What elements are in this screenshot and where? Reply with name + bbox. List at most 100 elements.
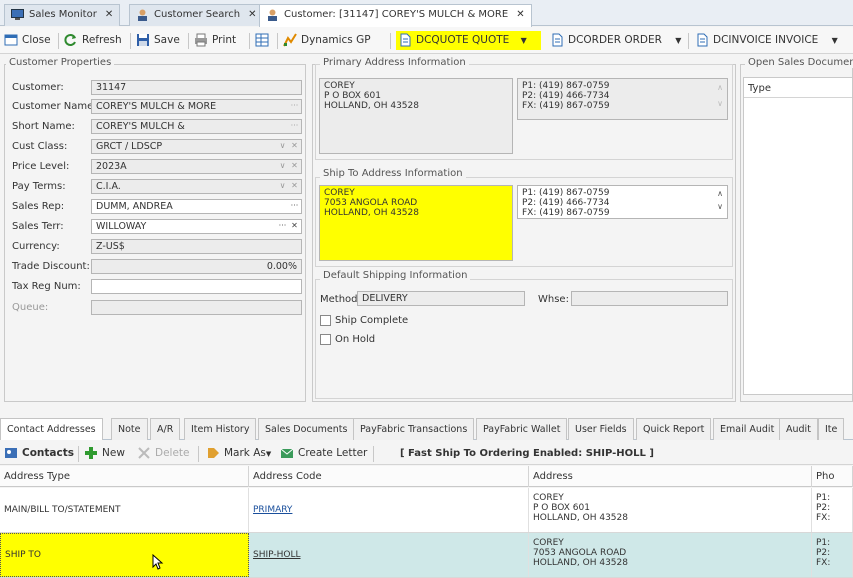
tab-payfabric-wallet[interactable]: PayFabric Wallet	[476, 418, 568, 440]
tab-item-history[interactable]: Item History	[184, 418, 257, 440]
chevron-down-icon[interactable]: ∨	[277, 180, 288, 193]
chevron-down-icon[interactable]: ∨	[277, 160, 288, 173]
tab-item[interactable]: Ite	[818, 418, 845, 440]
create-letter-button[interactable]: Create Letter	[278, 444, 371, 463]
person-icon	[268, 9, 277, 21]
customer-id-field[interactable]: 31147	[91, 80, 302, 95]
scroll-down-icon[interactable]: ∨	[717, 202, 723, 212]
print-button[interactable]: Print	[192, 31, 240, 50]
close-icon[interactable]: ✕	[516, 9, 524, 20]
tab-quick-report[interactable]: Quick Report	[636, 418, 712, 440]
address-cell: COREY P O BOX 601 HOLLAND, OH 43528	[529, 488, 812, 532]
field-label: Short Name:	[12, 121, 75, 132]
address-code-link[interactable]: PRIMARY	[253, 505, 292, 515]
sales-terr-field[interactable]: WILLOWAY ··· ✕	[91, 219, 302, 234]
currency-field[interactable]: Z-US$	[91, 239, 302, 254]
toolbar-separator	[249, 33, 250, 49]
contacts-icon	[5, 448, 17, 458]
save-button[interactable]: Save	[134, 31, 184, 50]
monitor-icon	[11, 9, 24, 20]
field-label: Currency:	[12, 241, 60, 252]
ellipsis-icon[interactable]: ···	[289, 120, 300, 133]
short-name-field[interactable]: COREY'S MULCH & ···	[91, 119, 302, 134]
tab-note[interactable]: Note	[111, 418, 148, 440]
main-toolbar: Close Refresh Save Print Dynamics GP DCQ…	[0, 27, 853, 54]
tab-payfabric-transactions[interactable]: PayFabric Transactions	[353, 418, 475, 440]
chevron-down-icon[interactable]: ▼	[675, 36, 681, 45]
layout-button[interactable]	[253, 31, 273, 50]
toolbar-separator	[390, 33, 391, 49]
order-button[interactable]: DCORDER ORDER ▼	[548, 31, 685, 50]
clear-icon[interactable]: ✕	[289, 140, 300, 153]
column-header-address[interactable]: Address	[529, 466, 812, 487]
queue-field[interactable]	[91, 300, 302, 315]
toolbar-separator	[688, 33, 689, 49]
toolbar-separator	[198, 446, 199, 462]
trade-discount-field[interactable]: 0.00%	[91, 259, 302, 274]
address-code-cell[interactable]: SHIP-HOLL	[249, 533, 529, 577]
close-button[interactable]: Close	[2, 31, 55, 50]
on-hold-checkbox[interactable]	[320, 334, 331, 345]
ship-to-address-box[interactable]: COREY 7053 ANGOLA ROAD HOLLAND, OH 43528	[319, 185, 513, 261]
scroll-down-icon[interactable]: ∨	[717, 99, 723, 109]
address-type-cell: SHIP TO	[0, 533, 249, 577]
close-icon[interactable]: ✕	[248, 9, 256, 20]
column-header-type[interactable]: Type	[744, 78, 852, 98]
price-level-field[interactable]: 2023A ∨ ✕	[91, 159, 302, 174]
chevron-down-icon[interactable]: ▼	[832, 36, 838, 45]
warehouse-field[interactable]	[571, 291, 728, 306]
column-header-address-type[interactable]: Address Type	[0, 466, 249, 487]
clear-icon[interactable]: ✕	[289, 180, 300, 193]
primary-phone-box[interactable]: P1: (419) 867-0759 P2: (419) 466-7734 FX…	[517, 78, 728, 120]
table-row-selected[interactable]: SHIP TO SHIP-HOLL COREY 7053 ANGOLA ROAD…	[0, 533, 853, 578]
tax-reg-num-field[interactable]	[91, 279, 302, 294]
tab-sales-monitor[interactable]: Sales Monitor ✕	[4, 4, 121, 26]
contacts-button[interactable]: Contacts	[2, 444, 78, 463]
tab-user-fields[interactable]: User Fields	[568, 418, 634, 440]
address-type-cell: MAIN/BILL TO/STATEMENT	[0, 488, 249, 532]
delete-button[interactable]: Delete	[135, 444, 194, 463]
sales-rep-field[interactable]: DUMM, ANDREA ···	[91, 199, 302, 214]
ship-complete-checkbox[interactable]	[320, 315, 331, 326]
shipping-method-field[interactable]: DELIVERY	[357, 291, 525, 306]
close-icon[interactable]: ✕	[105, 9, 113, 20]
ellipsis-icon[interactable]: ···	[289, 100, 300, 113]
ship-to-phone-box[interactable]: P1: (419) 867-0759 P2: (419) 466-7734 FX…	[517, 185, 728, 219]
ellipsis-icon[interactable]: ···	[277, 220, 288, 233]
clear-icon[interactable]: ✕	[289, 220, 300, 233]
plus-icon	[85, 447, 97, 459]
tab-audit[interactable]: Audit	[779, 418, 818, 440]
clear-icon[interactable]: ✕	[289, 160, 300, 173]
address-code-cell[interactable]: PRIMARY	[249, 488, 529, 532]
cust-class-field[interactable]: GRCT / LDSCP ∨ ✕	[91, 139, 302, 154]
primary-address-box[interactable]: COREY P O BOX 601 HOLLAND, OH 43528	[319, 78, 513, 154]
tab-customer-search[interactable]: Customer Search ✕	[129, 4, 264, 26]
chevron-down-icon[interactable]: ▼	[521, 36, 527, 45]
tab-contact-addresses[interactable]: Contact Addresses	[0, 418, 103, 440]
mark-as-button[interactable]: Mark As▼	[204, 444, 275, 463]
dynamics-gp-button[interactable]: Dynamics GP	[281, 31, 375, 50]
refresh-button[interactable]: Refresh	[62, 31, 126, 50]
customer-name-field[interactable]: COREY'S MULCH & MORE ···	[91, 99, 302, 114]
table-row[interactable]: MAIN/BILL TO/STATEMENT PRIMARY COREY P O…	[0, 488, 853, 533]
tab-sales-documents[interactable]: Sales Documents	[258, 418, 355, 440]
tab-email-audit[interactable]: Email Audit	[713, 418, 782, 440]
column-header-phone[interactable]: Pho	[812, 466, 853, 487]
chevron-down-icon[interactable]: ▼	[266, 450, 271, 458]
pay-terms-field[interactable]: C.I.A. ∨ ✕	[91, 179, 302, 194]
quote-button[interactable]: DCQUOTE QUOTE ▼	[396, 31, 541, 50]
chevron-down-icon[interactable]: ∨	[277, 140, 288, 153]
open-sales-grid[interactable]: Type	[743, 77, 853, 395]
toolbar-separator	[58, 33, 59, 49]
new-button[interactable]: New	[82, 444, 129, 463]
address-code-link[interactable]: SHIP-HOLL	[253, 550, 301, 560]
ellipsis-icon[interactable]: ···	[289, 200, 300, 213]
tab-customer-detail[interactable]: Customer: [31147] COREY'S MULCH & MORE ✕	[259, 4, 532, 27]
tab-ar[interactable]: A/R	[150, 418, 181, 440]
refresh-icon	[64, 34, 76, 46]
group-title: Open Sales Documents	[745, 57, 853, 68]
column-header-address-code[interactable]: Address Code	[249, 466, 529, 487]
scroll-up-icon[interactable]: ∧	[717, 189, 723, 199]
scroll-up-icon[interactable]: ∧	[717, 83, 723, 93]
invoice-button[interactable]: DCINVOICE INVOICE ▼	[693, 31, 842, 50]
